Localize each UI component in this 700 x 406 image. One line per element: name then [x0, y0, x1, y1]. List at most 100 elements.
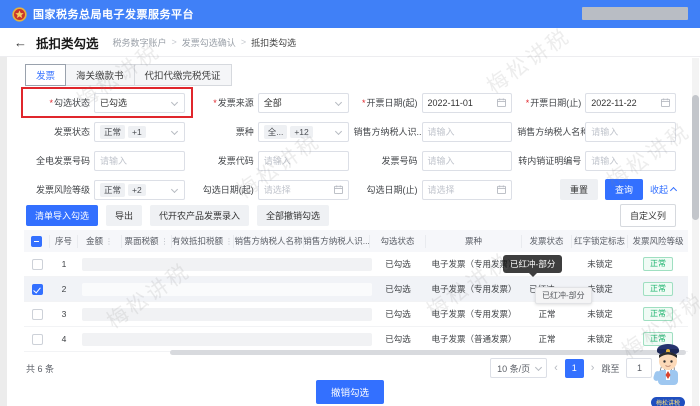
check-status-select[interactable]: 已勾选 [94, 93, 185, 113]
col-header-seq: 序号 [50, 235, 78, 248]
seller-name-input[interactable]: 请输入 [585, 122, 676, 142]
prev-page-icon[interactable]: ‹ [554, 362, 558, 374]
horizontal-scrollbar[interactable] [170, 350, 686, 355]
mascot-badge: 梅松讲税 [651, 397, 685, 406]
domestic-sale-cert-input[interactable]: 请输入 [585, 151, 676, 171]
filter-invoice-code: 发票代码 请输入 [190, 150, 349, 171]
cell-check-status: 已勾选 [370, 283, 426, 295]
risk-badge: 正常 [643, 282, 673, 296]
invoice-code-input[interactable]: 请输入 [258, 151, 349, 171]
select-all-checkbox[interactable] [31, 236, 42, 247]
filter-ticket-type: 票种 全...+12 [190, 121, 349, 142]
breadcrumb-item[interactable]: 发票勾选确认 [182, 36, 236, 49]
calendar-icon [334, 185, 343, 194]
chevron-down-icon [171, 98, 178, 105]
cell-seq: 3 [50, 309, 78, 319]
table-header-row: 序号 金额 票面税额 有效抵扣税额 销售方纳税人名称 销售方纳税人识... 勾选… [24, 230, 688, 252]
breadcrumb-separator: > [241, 37, 246, 47]
page-number-current[interactable]: 1 [565, 359, 584, 378]
export-button[interactable]: 导出 [106, 205, 142, 226]
row-checkbox-checked[interactable] [32, 284, 43, 295]
calendar-icon [661, 98, 670, 107]
cell-red-lock: 未锁定 [572, 308, 628, 320]
tab-invoice[interactable]: 发票 [25, 64, 66, 86]
filter-label: 票种 [236, 127, 254, 137]
invoice-status-multiselect[interactable]: 正常+1 [94, 122, 185, 142]
cell-invoice-status: 正常 [522, 333, 572, 345]
risk-level-multiselect[interactable]: 正常+2 [94, 180, 185, 200]
row-checkbox[interactable] [32, 259, 43, 270]
invoice-source-select[interactable]: 全部 [258, 93, 349, 113]
custom-columns-button[interactable]: 自定义列 [620, 204, 676, 227]
redacted-data [82, 258, 372, 271]
breadcrumb-item[interactable]: 税务数字账户 [113, 36, 167, 49]
cancel-selection-button[interactable]: 撤销勾选 [316, 380, 384, 404]
required-asterisk: * [362, 98, 366, 108]
cell-check-status: 已勾选 [370, 258, 426, 270]
seller-tax-id-input[interactable]: 请输入 [422, 122, 513, 142]
invoice-number-input[interactable]: 请输入 [422, 151, 513, 171]
col-header-deductible-tax[interactable]: 有效抵扣税额 [172, 235, 234, 248]
filter-check-status: *勾选状态 已勾选 [26, 92, 185, 113]
table-row: 3 已勾选 电子发票（专用发票） 正常 未锁定 正常 [24, 302, 688, 327]
issue-date-start-input[interactable]: 2022-11-01 [422, 93, 513, 113]
filter-buttons: 重置 查询 收起 [517, 179, 676, 200]
app-title: 国家税务总局电子发票服务平台 [33, 6, 194, 22]
cancel-all-checks-button[interactable]: 全部撤销勾选 [257, 205, 329, 226]
row-checkbox[interactable] [32, 334, 43, 345]
pagination-bar: 共 6 条 10 条/页 ‹ 1 › 跳至 1 /1页 [26, 358, 676, 378]
table-toolbar: 清单导入勾选 导出 代开农产品发票录入 全部撤销勾选 自定义列 [26, 204, 676, 227]
check-date-start-input[interactable]: 请选择 [258, 180, 349, 200]
cell-seq: 1 [50, 259, 78, 269]
import-check-button[interactable]: 清单导入勾选 [26, 205, 98, 226]
filter-label: 勾选状态 [54, 98, 90, 108]
col-header-invoice-status: 发票状态 [522, 235, 572, 248]
table-row: 1 已勾选 电子发票（专用发票） 未锁定 正常 [24, 252, 688, 277]
tab-customs-payment[interactable]: 海关缴款书 [65, 64, 135, 86]
page-left-gutter [0, 57, 7, 406]
page-size-select[interactable]: 10 条/页 [490, 358, 547, 378]
search-button[interactable]: 查询 [605, 179, 643, 200]
filter-label: 销售方纳税人名称 [517, 127, 589, 137]
filter-label: 发票风险等级 [36, 185, 90, 195]
cell-check-status: 已勾选 [370, 308, 426, 320]
filter-label: 销售方纳税人识... [354, 127, 425, 137]
cell-ticket-type: 电子发票（专用发票） [426, 308, 522, 320]
breadcrumb-separator: > [172, 37, 177, 47]
issue-date-end-input[interactable]: 2022-11-22 [585, 93, 676, 113]
risk-badge: 正常 [643, 307, 673, 321]
check-date-end-input[interactable]: 请选择 [422, 180, 513, 200]
page-title: 抵扣类勾选 [36, 33, 99, 52]
back-arrow-icon[interactable]: ← [14, 35, 27, 50]
agri-invoice-entry-button[interactable]: 代开农产品发票录入 [150, 205, 249, 226]
filter-e-invoice-number: 全电发票号码 请输入 [26, 150, 185, 171]
col-header-tax[interactable]: 票面税额 [122, 235, 172, 248]
filter-seller-tax-id: 销售方纳税人识... 请输入 [354, 121, 513, 142]
vertical-scrollbar-thumb[interactable] [692, 95, 699, 220]
filter-seller-name: 销售方纳税人名称 请输入 [517, 121, 676, 142]
filter-domestic-sale-cert: 转内销证明编号 请输入 [517, 150, 676, 171]
collapse-link[interactable]: 收起 [650, 183, 676, 196]
row-checkbox[interactable] [32, 309, 43, 320]
ticket-type-multiselect[interactable]: 全...+12 [258, 122, 349, 142]
next-page-icon[interactable]: › [591, 362, 595, 374]
filter-issue-date-start: *开票日期(起) 2022-11-01 [354, 92, 513, 113]
tab-withholding-certificate[interactable]: 代扣代缴完税凭证 [134, 64, 232, 86]
col-header-seller-name: 销售方纳税人名称 [234, 235, 304, 248]
e-invoice-number-input[interactable]: 请输入 [94, 151, 185, 171]
cell-check-status: 已勾选 [370, 333, 426, 345]
chevron-down-icon [334, 127, 341, 134]
col-header-amount[interactable]: 金额 [78, 235, 122, 248]
tax-emblem-icon [12, 7, 27, 22]
filter-invoice-status: 发票状态 正常+1 [26, 121, 185, 142]
filter-label: 发票来源 [218, 98, 254, 108]
breadcrumb: 税务数字账户 > 发票勾选确认 > 抵扣类勾选 [113, 36, 297, 49]
breadcrumb-bar: ← 抵扣类勾选 税务数字账户 > 发票勾选确认 > 抵扣类勾选 [0, 28, 700, 57]
tooltip-red-flush-partial-light: 已红冲-部分 [535, 287, 592, 304]
filter-check-date-end: 勾选日期(止) 请选择 [354, 179, 513, 200]
reset-button[interactable]: 重置 [560, 179, 598, 200]
filter-label: 勾选日期(起) [203, 185, 254, 195]
total-count: 共 6 条 [26, 362, 54, 375]
cell-red-lock: 未锁定 [572, 333, 628, 345]
filter-invoice-source: *发票来源 全部 [190, 92, 349, 113]
